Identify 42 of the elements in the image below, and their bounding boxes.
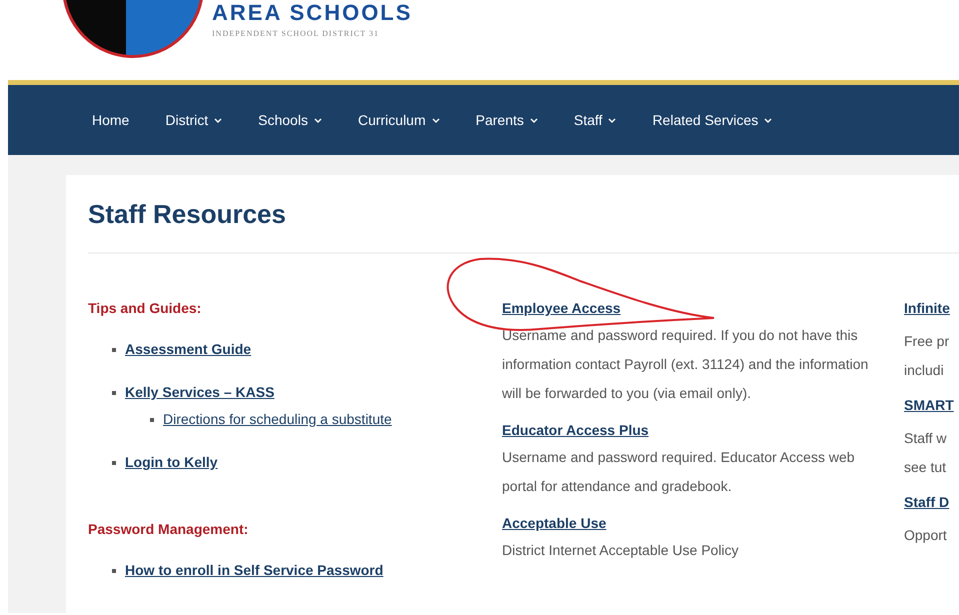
caret-icon (608, 118, 616, 122)
caret-icon (530, 118, 538, 122)
resource-link[interactable]: Acceptable Use (502, 515, 606, 532)
bullet-icon (112, 390, 116, 395)
resource-description: District Internet Acceptable Use Policy (502, 541, 740, 560)
bullet-icon (112, 348, 116, 352)
logo-subtitle: INDEPENDENT SCHOOL DISTRICT 31 (212, 28, 380, 40)
section-heading: Password Management: (88, 520, 250, 540)
bullet-icon (112, 460, 116, 465)
resource-description: Staff w (904, 429, 948, 448)
resource-description: Opport (904, 526, 948, 546)
nav-item[interactable]: Staff (556, 85, 634, 155)
caret-icon (214, 118, 222, 122)
nav-item[interactable]: Schools (240, 85, 340, 155)
link[interactable]: How to enroll in Self Service Password (125, 560, 384, 582)
resource-link[interactable]: SMART (904, 397, 954, 414)
bullet-icon (150, 418, 154, 422)
nav-item[interactable]: Parents (458, 85, 556, 155)
link[interactable]: Login to Kelly (125, 452, 218, 474)
caret-icon (764, 118, 772, 122)
resource-description: Username and password required. If you do not have this information contact Payroll (ext. 31124) and the information will be forwarded to you (via email only). (502, 326, 870, 404)
resource-description: see tut (904, 458, 948, 478)
caret-icon (432, 118, 440, 122)
nav-item[interactable]: Related Services (634, 85, 790, 155)
resource-description: Username and password required. Educator Access web portal for attendance and gradebook. (502, 448, 856, 496)
resource-link[interactable]: Staff D (904, 494, 950, 510)
bullet-icon (112, 568, 116, 573)
resource-link[interactable]: Educator Access Plus (502, 422, 649, 438)
page-title: Staff Resources (88, 199, 287, 230)
link[interactable]: Assessment Guide (125, 339, 252, 360)
logo-title: AREA SCHOOLS (212, 2, 412, 24)
resource-link[interactable]: Employee Access (502, 300, 621, 316)
caret-icon (314, 118, 322, 122)
section-heading: Tips and Guides: (88, 299, 202, 318)
link[interactable]: Directions for scheduling a substitute (163, 409, 392, 430)
nav-item[interactable]: Curriculum (340, 85, 458, 155)
resource-description: includi (904, 361, 945, 380)
resource-link[interactable]: Infinite (904, 300, 950, 316)
link[interactable]: Kelly Services – KASS (125, 382, 274, 404)
resource-description: Free pr (904, 332, 950, 352)
nav-item[interactable]: District (147, 85, 240, 155)
nav-item[interactable]: Home (74, 85, 148, 155)
